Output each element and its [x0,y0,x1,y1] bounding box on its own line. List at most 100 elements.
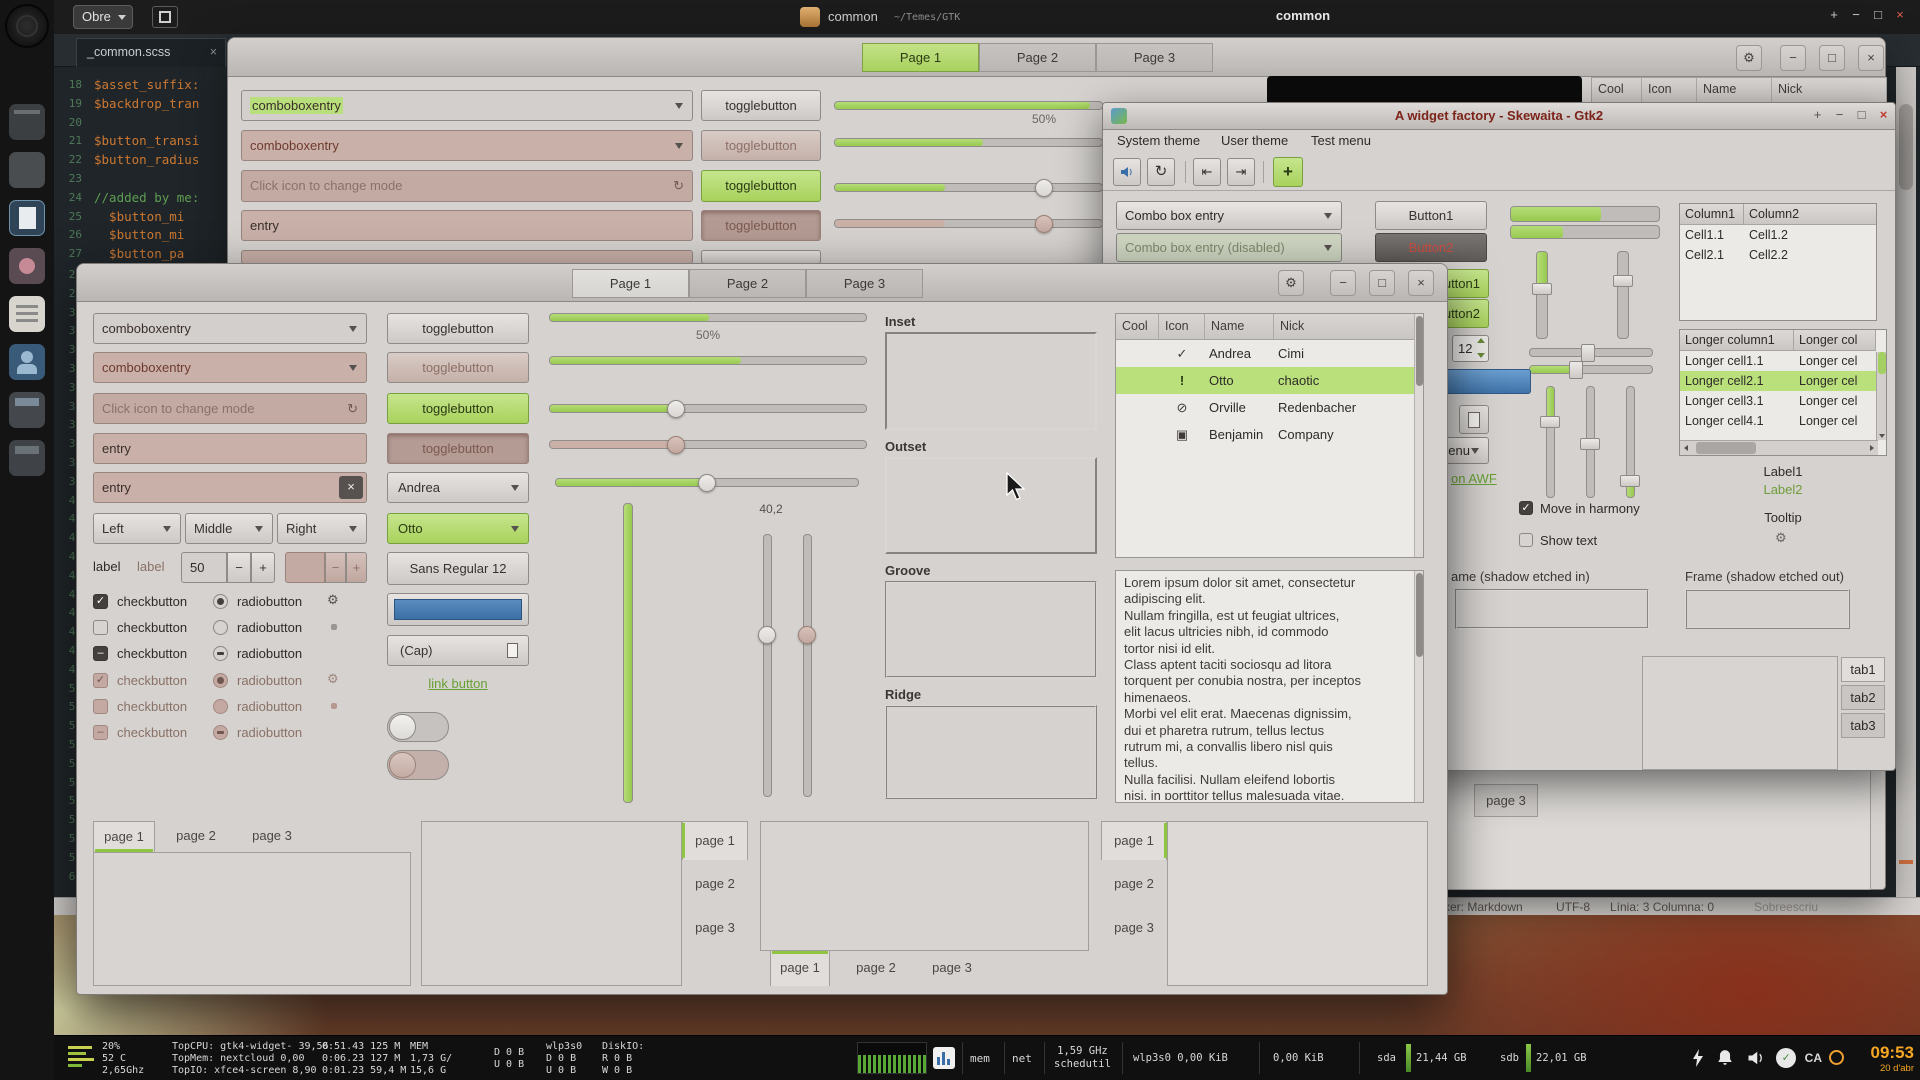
table-row[interactable]: ⊘ Orville Redenbacher [1116,394,1423,421]
refresh-icon[interactable]: ↻ [347,394,358,423]
editor-tab[interactable]: _common.scss × [76,38,226,67]
otto-combobox[interactable]: Otto [387,513,529,544]
maximize-button[interactable]: □ [1819,45,1845,71]
table-cell[interactable]: Cell1.1 [1680,225,1744,245]
vscale-3[interactable] [1546,386,1555,498]
wifi-rate[interactable]: wlp3s0 0,00 KiB [1133,1052,1228,1064]
freq-applet[interactable]: 1,59 GHz schedutil [1054,1045,1111,1071]
scale-knob[interactable] [698,474,716,492]
spin-up-icon[interactable] [1477,338,1485,343]
dock-icon-7[interactable] [9,392,45,428]
tab-page2[interactable]: Page 2 [979,43,1096,72]
maximize-button[interactable]: □ [1852,107,1871,126]
switch-off[interactable] [387,712,449,742]
radiobutton-selected[interactable] [213,594,228,609]
spinbutton[interactable]: 12 [1452,335,1489,362]
horizontal-scrollbar[interactable] [1680,440,1878,455]
add-tool-button[interactable]: + [1273,157,1303,187]
right-combobox[interactable]: Right [277,513,367,544]
gear-menu-button[interactable]: ⚙ [1278,270,1304,296]
vscale-handle[interactable] [1620,475,1640,487]
dock-icon-1[interactable] [9,104,45,140]
nb3-tab-page2[interactable]: page 2 [846,951,906,986]
common-pin-button[interactable]: + [1824,7,1844,22]
entry-field-clearable[interactable]: entry × [93,472,367,503]
scale-knob[interactable] [667,400,685,418]
column-header[interactable]: Nick [1772,78,1886,102]
column-header-cool[interactable]: Cool [1116,314,1159,339]
togglebutton[interactable]: togglebutton [701,90,821,121]
dock-icon-8[interactable] [9,440,45,476]
vscale-filled[interactable] [623,503,633,803]
scrollbar-thumb[interactable] [1878,352,1886,374]
titlebar[interactable]: A widget factory - Skewaita - Gtk2 + − □… [1103,103,1895,130]
spin-down-icon[interactable] [1477,353,1485,358]
vscale[interactable] [1536,251,1548,339]
table-row-selected[interactable]: ! Otto chaotic [1116,367,1423,394]
dock-icon-4[interactable] [9,248,45,284]
harmony-checkbox[interactable] [1519,501,1533,515]
last-tool-button[interactable]: ⇥ [1227,158,1255,186]
scroll-right-icon[interactable] [1870,445,1874,451]
combo-box-entry[interactable]: Combo box entry [1116,201,1342,230]
table-cell[interactable]: Longer cell3.1 [1680,391,1794,411]
spin-plus-button[interactable]: + [251,552,275,583]
refresh-icon[interactable]: ↻ [673,171,684,200]
maximize-button[interactable]: □ [1369,270,1395,296]
radiobutton-unselected[interactable] [213,620,228,635]
clear-icon[interactable]: × [339,476,363,499]
entry-field[interactable]: entry [241,210,693,241]
close-button[interactable]: × [1408,270,1434,296]
entry-field[interactable]: entry [93,433,367,464]
dock-icon-2[interactable] [9,152,45,188]
notebook-tab-page3[interactable]: page 3 [1474,784,1538,817]
checkbutton-mixed[interactable] [93,646,108,661]
vertical-scrollbar[interactable] [1876,352,1886,440]
minimize-button[interactable]: − [1330,270,1356,296]
nb3-tab-page3[interactable]: page 3 [922,951,982,986]
obre-button[interactable]: Obre [73,5,133,29]
window-list-button[interactable] [152,6,178,28]
left-combobox[interactable]: Left [93,513,181,544]
keyboard-layout[interactable]: CA [1805,1051,1822,1065]
headerbar[interactable]: Page 1 Page 2 Page 3 ⚙ − □ × [77,264,1447,302]
mem-applet[interactable]: mem [970,1052,990,1065]
textview[interactable]: Lorem ipsum dolor sit amet, consectetur … [1115,570,1424,803]
scroll-left-icon[interactable] [1684,445,1688,451]
font-button[interactable]: Sans Regular 12 [387,552,529,585]
table-cell[interactable]: Longer cell1.1 [1680,351,1794,371]
hscale-2[interactable] [1529,365,1653,374]
menu-test-menu[interactable]: Test menu [1305,130,1377,151]
file-chooser-button[interactable]: (Cap) [387,635,529,666]
speaker-tool-button[interactable] [1113,158,1141,186]
button1[interactable]: Button1 [1375,201,1487,230]
cpu-graph[interactable] [857,1042,927,1074]
scale[interactable] [834,183,1103,192]
scrollbar-thumb[interactable] [1416,316,1423,386]
button2[interactable]: Button2 [1375,233,1487,262]
radiobutton-mixed[interactable] [213,646,228,661]
column-header[interactable]: Column2 [1744,204,1876,225]
comboboxentry-field-2[interactable]: comboboxentry [93,352,367,383]
menu-system-theme[interactable]: System theme [1111,130,1206,151]
vscale[interactable] [763,534,772,797]
dock-logo[interactable] [5,4,49,48]
togglebutton[interactable]: togglebutton [387,313,529,344]
table-cell[interactable]: Longer cel [1794,391,1862,411]
column-header[interactable]: Longer column1 [1680,330,1794,351]
notification-tray-icon[interactable] [1716,1048,1734,1071]
chart-icon[interactable] [933,1047,955,1069]
table-cell[interactable]: Longer cell2.1 [1680,371,1794,391]
table-row[interactable]: ▣ Benjamin Company [1116,421,1423,448]
hscale-handle[interactable] [1569,361,1583,379]
common-maximize-button[interactable]: □ [1868,7,1888,22]
net-applet[interactable]: net [1012,1052,1032,1065]
dock-icon-6[interactable] [9,344,45,380]
nb2-tab-page2[interactable]: page 2 [682,865,748,904]
comboboxentry-field[interactable]: comboboxentry [93,313,367,344]
first-tool-button[interactable]: ⇤ [1193,158,1221,186]
nb1-tab-page1[interactable]: page 1 [93,821,155,852]
comboboxentry-field-2[interactable]: comboboxentry [241,130,693,161]
nb1-tab-page2[interactable]: page 2 [165,821,227,852]
link-button[interactable]: link button [387,676,529,691]
